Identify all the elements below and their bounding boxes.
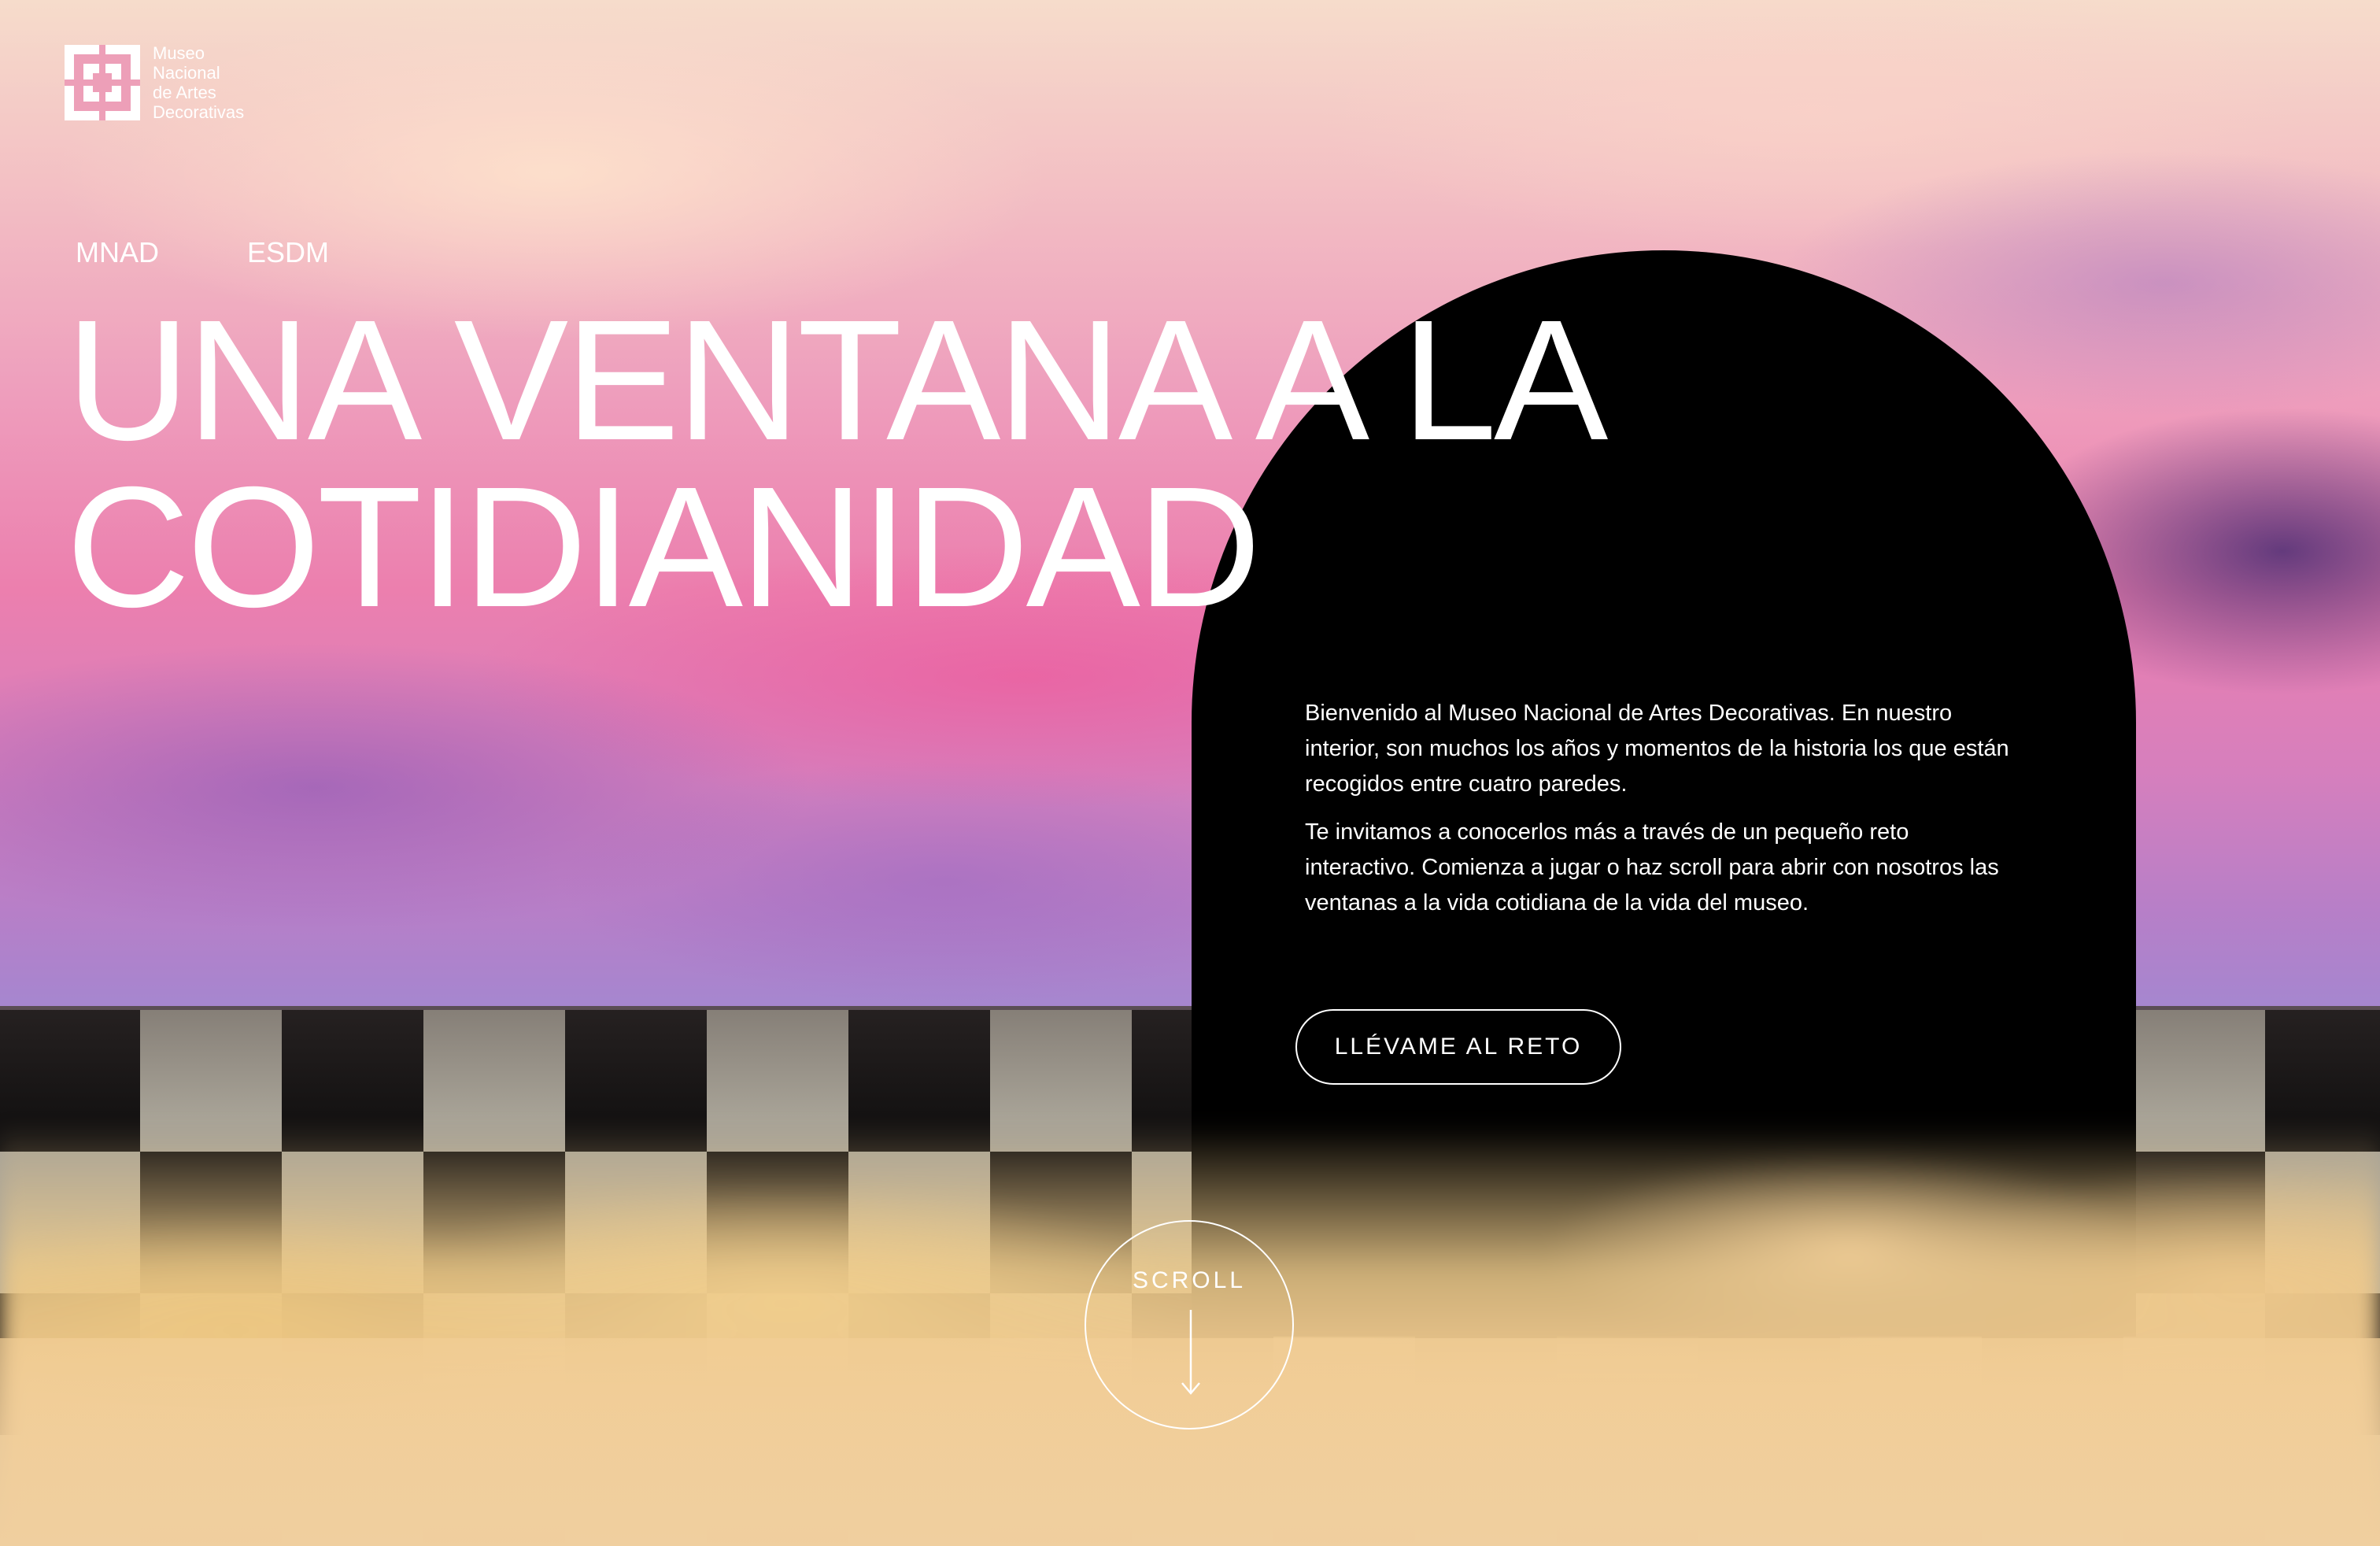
museum-name-line: de Artes	[153, 83, 216, 102]
museum-name-line: Nacional	[153, 63, 220, 83]
nav-link-esdm[interactable]: ESDM	[247, 236, 329, 269]
museum-logo[interactable]: Museo Nacional de Artes Decorativas	[65, 43, 286, 122]
museum-grid-logo-icon	[65, 45, 140, 120]
scroll-button[interactable]: SCROLL	[1085, 1220, 1294, 1429]
intro-text: Bienvenido al Museo Nacional de Artes De…	[1305, 696, 2013, 934]
hero-title-line-2: COTIDIANIDAD	[66, 452, 1261, 643]
museum-name-line: Decorativas	[153, 102, 245, 122]
intro-paragraph-2: Te invitamos a conocerlos más a través d…	[1305, 819, 1999, 915]
hero-title-line-1: UNA VENTANA A LA	[66, 285, 1608, 476]
hero-title: UNA VENTANA A LA COTIDIANIDAD	[66, 285, 1608, 643]
intro-paragraph-1: Bienvenido al Museo Nacional de Artes De…	[1305, 701, 2009, 797]
take-me-to-challenge-button[interactable]: LLÉVAME AL RETO	[1295, 1009, 1621, 1085]
arrow-down-icon	[1180, 1310, 1202, 1400]
nav-link-mnad[interactable]: MNAD	[76, 236, 159, 269]
scroll-label: SCROLL	[1132, 1267, 1247, 1293]
museum-name: Museo Nacional de Artes Decorativas	[153, 43, 286, 122]
museum-name-line: Museo	[153, 43, 205, 63]
top-nav: MNAD ESDM	[76, 236, 329, 269]
